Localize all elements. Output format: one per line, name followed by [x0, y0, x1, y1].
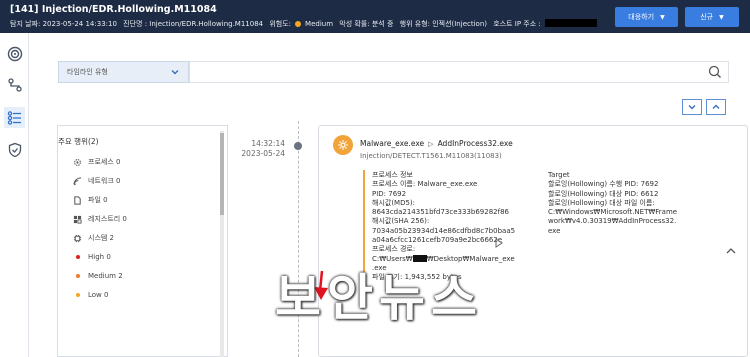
- search-icon[interactable]: [708, 65, 722, 79]
- chevron-down-icon: [688, 105, 696, 110]
- target-info: Target 할로잉(Hollowing) 수행 PID: 7692 할로잉(H…: [548, 171, 748, 236]
- timeline-dot: [294, 142, 302, 150]
- expand-all-button[interactable]: [682, 99, 702, 115]
- timeline-icon[interactable]: [4, 107, 25, 128]
- play-icon: [495, 238, 503, 248]
- sha-label: 해시값(SHA 256):: [372, 217, 430, 226]
- header-meta: 탐지 날짜: 2023-05-24 14:33:10 진단명 : Injecti…: [10, 19, 601, 29]
- proc-name: 프로세스 이름: Malware_exe.exe: [372, 180, 478, 189]
- flow-icon[interactable]: [4, 74, 25, 95]
- arrow-right-icon: ▷: [428, 140, 434, 148]
- md5-label: 해시값(MD5):: [372, 198, 416, 207]
- target-file-3: exe: [548, 226, 561, 235]
- filter-network[interactable]: 네트워크 0: [73, 176, 120, 186]
- watermark: 보안뉴스: [275, 269, 483, 327]
- shield-icon[interactable]: [4, 139, 25, 160]
- new-button[interactable]: 신규 ▼: [685, 7, 739, 27]
- malicious-prob: 악성 확률: 분석 중: [339, 20, 394, 28]
- redacted-ip: [544, 19, 597, 27]
- host-ip-label: 호스트 IP 주소 :: [493, 20, 541, 28]
- filter-network-label: 네트워크 0: [88, 177, 121, 185]
- sidebar: [0, 33, 29, 357]
- network-icon: [73, 176, 82, 186]
- detect-date: 탐지 날짜: 2023-05-24 14:33:10: [10, 20, 117, 28]
- filter-process[interactable]: 프로세스 0: [73, 157, 120, 167]
- collapse-all-button[interactable]: [706, 99, 726, 115]
- detect-name: Injection/DETECT.T1561.M11083(11083): [360, 152, 502, 160]
- target-pid: 할로잉(Hollowing) 수행 PID: 7692: [548, 180, 659, 189]
- target-file-2: work₩v4.0.30319₩AddInProcess32.: [548, 217, 677, 226]
- gear-icon: [73, 158, 82, 167]
- path-label: 프로세스 경로:: [372, 245, 416, 254]
- event-time: 14:32:14: [251, 139, 285, 148]
- risk-label: 위험도:: [269, 20, 292, 28]
- filter-process-label: 프로세스 0: [88, 158, 121, 166]
- event-date: 2023-05-24: [241, 149, 285, 158]
- medium-dot-icon: [75, 273, 80, 278]
- system-icon: [73, 234, 82, 243]
- new-label: 신규: [700, 13, 714, 21]
- risk-value: Medium: [305, 20, 334, 28]
- high-dot-icon: [75, 254, 80, 259]
- filter-system-label: 시스템 2: [88, 234, 114, 242]
- chevron-up-icon: [712, 104, 720, 109]
- sha-value-2: a04a6cfcc1261cefb709a9e2bc6662e: [372, 236, 503, 245]
- filter-high[interactable]: High 0: [73, 252, 111, 261]
- proc-pid: PID: 7692: [372, 189, 407, 198]
- target-header: Target: [548, 171, 570, 179]
- target-file-1: C:₩Windows₩Microsoft.NET₩Frame: [548, 208, 678, 217]
- target-file-label: 할로잉(Hollowing) 대상 파일 이름:: [548, 198, 655, 207]
- filter-low[interactable]: Low 0: [73, 290, 108, 299]
- logo-icon[interactable]: [4, 43, 25, 64]
- low-dot-icon: [75, 292, 80, 297]
- filter-file[interactable]: 파일 0: [73, 195, 108, 205]
- timeline-type-select[interactable]: 타임라인 유형: [58, 61, 189, 83]
- behavior-type: 행위 유형: 인젝션(Injection): [399, 20, 487, 28]
- process-flow: Malware_exe.exe ▷ AddInProcess32.exe: [360, 139, 513, 148]
- file-icon: [73, 195, 82, 205]
- filter-registry[interactable]: 레지스트리 0: [73, 214, 127, 224]
- timeline-type-label: 타임라인 유형: [67, 68, 108, 76]
- respond-button[interactable]: 대응하기 ▼: [615, 7, 678, 27]
- diag-name: 진단명 : Injection/EDR.Hollowing.M11084: [123, 20, 264, 28]
- filter-file-label: 파일 0: [88, 196, 108, 204]
- event-timestamp: 14:32:14 2023-05-24: [227, 139, 285, 159]
- header-bar: [141] Injection/EDR.Hollowing.M11084 탐지 …: [0, 0, 750, 33]
- chevron-down-icon: ▼: [719, 13, 724, 21]
- risk-dot-icon: [295, 21, 302, 27]
- filter-low-label: Low 0: [88, 290, 109, 299]
- target-process: AddInProcess32.exe: [437, 139, 513, 148]
- filter-medium-label: Medium 2: [88, 271, 123, 280]
- filter-system[interactable]: 시스템 2: [73, 233, 114, 243]
- proc-info-header: 프로세스 정보: [372, 171, 413, 179]
- source-process: Malware_exe.exe: [360, 139, 425, 148]
- target-target-pid: 할로잉(Hollowing) 대상 PID: 6612: [548, 189, 659, 198]
- filter-high-label: High 0: [88, 252, 111, 261]
- injection-icon: [333, 135, 353, 155]
- collapse-card-icon[interactable]: [725, 246, 737, 256]
- page-title: [141] Injection/EDR.Hollowing.M11084: [10, 4, 217, 15]
- chevron-down-icon: ▼: [660, 13, 665, 21]
- search-input[interactable]: [189, 61, 729, 83]
- filter-registry-label: 레지스트리 0: [88, 215, 127, 223]
- key-behavior-header: 주요 행위(2): [58, 137, 99, 146]
- respond-label: 대응하기: [628, 13, 655, 21]
- chevron-down-icon: [171, 70, 179, 75]
- registry-icon: [73, 215, 82, 224]
- filter-medium[interactable]: Medium 2: [73, 271, 123, 280]
- sha-value-1: 7034a05b23934d14e86cdfbd8c7b0baa5: [372, 226, 516, 235]
- left-scrollbar-thumb[interactable]: [220, 133, 224, 215]
